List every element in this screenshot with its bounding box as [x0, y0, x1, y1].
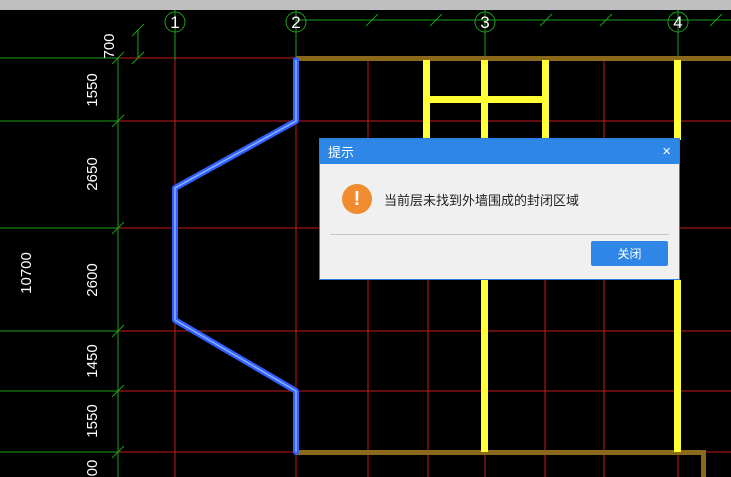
yellow-wall-v[interactable]: [674, 60, 681, 140]
top-toolbar-strip: [0, 0, 731, 10]
dim-text-00: 00: [84, 460, 101, 477]
dialog-title: 提示: [328, 145, 355, 160]
axis-label-1: 1: [170, 13, 179, 32]
selected-wall-edge: [174, 60, 297, 452]
axis-bubbles: [164, 11, 689, 33]
dim-text-2650: 2650: [84, 157, 101, 190]
selected-walls[interactable]: [172, 57, 299, 455]
axis-label-3: 3: [480, 13, 489, 32]
selected-walls-highlight: [174, 60, 297, 452]
dialog-body: ! 当前层未找到外墙围成的封闭区域: [320, 164, 679, 234]
bottom-wall[interactable]: [296, 450, 706, 455]
right-wall-stub[interactable]: [701, 450, 706, 477]
dim-text-1550: 1550: [84, 73, 101, 106]
alert-dialog: 提示 × ! 当前层未找到外墙围成的封闭区域 关闭: [319, 138, 680, 280]
selected-wall-polyline[interactable]: [172, 57, 299, 455]
dialog-titlebar[interactable]: 提示 ×: [320, 139, 679, 164]
dialog-message: 当前层未找到外墙围成的封闭区域: [384, 192, 580, 208]
top-wall[interactable]: [296, 56, 731, 61]
yellow-wall-v[interactable]: [674, 280, 681, 452]
axis-label-2: 2: [291, 13, 300, 32]
yellow-wall-h[interactable]: [423, 96, 549, 103]
dim-text-1550b: 1550: [84, 404, 101, 437]
axis-label-4: 4: [673, 13, 682, 32]
dialog-footer: 关闭: [320, 235, 679, 266]
dim-text-total: 10700: [18, 252, 35, 294]
dim-text-700: 700: [101, 33, 118, 58]
close-button[interactable]: 关闭: [591, 241, 668, 266]
close-icon[interactable]: ×: [662, 144, 671, 159]
yellow-wall-v[interactable]: [481, 280, 488, 452]
warning-icon: !: [342, 184, 372, 214]
dim-text-2600: 2600: [84, 263, 101, 296]
dim-text-1450: 1450: [84, 344, 101, 377]
